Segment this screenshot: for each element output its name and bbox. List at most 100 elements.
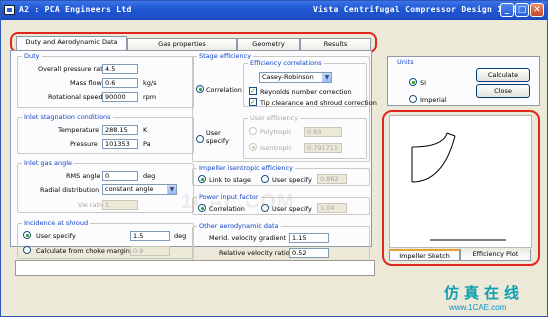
power-input-field[interactable]: 1.04 — [317, 203, 347, 213]
group-title: User efficiency — [248, 114, 301, 122]
isentropic-label: Isentropic — [260, 144, 292, 152]
app-icon — [4, 5, 15, 15]
site-url: www.1CAE.com — [449, 303, 507, 312]
si-label: SI — [420, 79, 427, 87]
group-title: Stage efficiency — [197, 52, 254, 60]
window-title-left: A2 : PCA Engineers Ltd — [19, 5, 132, 14]
reynolds-label: Reynolds number correction — [260, 88, 352, 96]
chevron-down-icon[interactable]: ▼ — [167, 185, 176, 194]
group-title: Efficiency correlations — [248, 59, 324, 67]
title-bar[interactable]: A2 : PCA Engineers Ltd Vista Centrifugal… — [1, 1, 547, 20]
stage-efficiency-group: Stage efficiency Correlation User specif… — [192, 52, 377, 162]
power-user-label: User specify — [272, 205, 312, 213]
maximize-button[interactable]: □ — [515, 3, 529, 17]
stage-corr-radio[interactable] — [196, 85, 204, 93]
radial-dist-value: constant angle — [105, 185, 154, 193]
correlation-select[interactable]: Casey-Robinson ▼ — [259, 72, 332, 83]
speed-unit: rpm — [143, 93, 157, 101]
polytropic-input[interactable]: 0.83 — [304, 127, 342, 137]
choke-margin-label: Calculate from choke margin — [36, 247, 130, 255]
speed-label: Rotational speed — [48, 93, 103, 101]
power-corr-radio[interactable] — [198, 204, 206, 212]
site-logo: 仿真在线 — [444, 284, 525, 302]
reynolds-checkbox[interactable]: ✓ — [249, 87, 257, 95]
units-panel: Units SI Imperial Calculate Close — [387, 56, 540, 106]
impeller-efficiency-group: Impeller isentropic efficiency Link to s… — [192, 164, 370, 186]
power-input-group: Power input factor Correlation User spec… — [192, 193, 370, 215]
merid-gradient-input[interactable]: 1.15 — [289, 233, 329, 243]
user-efficiency-group: User efficiency Polytropic 0.83 Isentrop… — [243, 114, 367, 159]
duty-group: Duty Overall pressure ratio 4.5 Mass flo… — [17, 52, 194, 108]
stage-user-label: User specify — [206, 129, 229, 145]
rms-angle-input[interactable]: 0 — [102, 171, 138, 181]
close-button[interactable]: Close — [476, 84, 530, 98]
polytropic-radio[interactable] — [249, 127, 257, 135]
stage-corr-label: Correlation — [206, 86, 242, 94]
rms-angle-label: RMS angle — [66, 172, 101, 180]
rel-velocity-label: Relative velocity ratio — [219, 249, 290, 257]
group-title: Units — [395, 58, 416, 66]
tip-clearance-label: Tip clearance and shroud correction — [260, 99, 377, 107]
power-user-radio[interactable] — [261, 204, 269, 212]
minimize-button[interactable]: _ — [500, 3, 514, 17]
incidence-input[interactable]: 1.5 — [130, 231, 170, 241]
group-title: Impeller isentropic efficiency — [197, 164, 295, 172]
rel-velocity-input[interactable]: 0.52 — [289, 248, 329, 258]
group-title: Incidence at shroud — [22, 219, 91, 227]
incidence-group: Incidence at shroud User specify 1.5 deg… — [17, 219, 194, 259]
choke-margin-input[interactable]: 0.9 — [130, 246, 170, 256]
polytropic-label: Polytropic — [260, 128, 292, 136]
radial-dist-label: Radial distribution — [40, 186, 100, 194]
pressure-ratio-input[interactable]: 4.5 — [102, 64, 138, 74]
impeller-user-label: User specify — [272, 176, 312, 184]
si-radio[interactable] — [409, 78, 417, 86]
merid-gradient-label: Merid. velocity gradient — [209, 234, 287, 242]
mass-flow-input[interactable]: 0.6 — [102, 78, 138, 88]
choke-margin-radio[interactable] — [23, 246, 31, 254]
other-aero-group: Other aerodynamic data Merid. velocity g… — [192, 222, 370, 261]
link-stage-label: Link to stage — [209, 176, 252, 184]
imperial-label: Imperial — [420, 96, 447, 104]
isentropic-radio[interactable] — [249, 143, 257, 151]
temperature-label: Temperature — [58, 126, 100, 134]
speed-input[interactable]: 90000 — [102, 92, 138, 102]
impeller-user-radio[interactable] — [261, 175, 269, 183]
incidence-unit: deg — [174, 232, 187, 240]
rms-angle-unit: deg — [143, 172, 156, 180]
pressure-label: Pressure — [70, 140, 98, 148]
calculate-button[interactable]: Calculate — [476, 68, 530, 82]
isentropic-input[interactable]: 0.791711 — [304, 143, 342, 153]
group-title: Inlet stagnation conditions — [22, 113, 113, 121]
temperature-input[interactable]: 288.15 — [102, 125, 138, 135]
stage-user-radio[interactable] — [196, 135, 204, 143]
chevron-down-icon[interactable]: ▼ — [322, 73, 331, 82]
tip-clearance-checkbox[interactable]: ✓ — [249, 98, 257, 106]
pressure-ratio-label: Overall pressure ratio — [38, 65, 109, 73]
mass-flow-unit: kg/s — [143, 79, 157, 87]
power-corr-label: Correlation — [209, 205, 245, 213]
group-title: Other aerodynamic data — [197, 222, 281, 230]
gas-angle-group: Inlet gas angle RMS angle 0 deg Radial d… — [17, 159, 194, 213]
sketch-highlight-annotation — [382, 110, 540, 266]
incidence-user-radio[interactable] — [23, 231, 31, 239]
vw-ratio-input[interactable]: 1 — [102, 200, 138, 210]
units-group: Units SI Imperial — [390, 58, 467, 104]
correlation-value: Casey-Robinson — [262, 73, 314, 81]
pressure-input[interactable]: 101353 — [102, 139, 138, 149]
impeller-eff-input[interactable]: 0.862 — [317, 174, 347, 184]
mass-flow-label: Mass flow — [70, 79, 102, 87]
group-title: Inlet gas angle — [22, 159, 75, 167]
temperature-unit: K — [143, 126, 148, 134]
close-window-button[interactable]: ✕ — [530, 3, 544, 17]
link-stage-radio[interactable] — [198, 175, 206, 183]
main-window: A2 : PCA Engineers Ltd Vista Centrifugal… — [0, 0, 548, 317]
status-box — [15, 260, 375, 276]
imperial-radio[interactable] — [409, 95, 417, 103]
duty-aero-panel: 1CAE.COM Duty Overall pressure ratio 4.5… — [10, 50, 377, 261]
radial-dist-select[interactable]: constant angle ▼ — [102, 184, 177, 195]
pressure-unit: Pa — [143, 140, 151, 148]
vw-ratio-label: Vw ratio — [78, 201, 105, 209]
efficiency-correlations-group: Efficiency correlations Casey-Robinson ▼… — [243, 59, 377, 107]
window-title-right: Vista Centrifugal Compressor Design 14.0 — [313, 5, 518, 14]
group-title: Power input factor — [197, 193, 261, 201]
